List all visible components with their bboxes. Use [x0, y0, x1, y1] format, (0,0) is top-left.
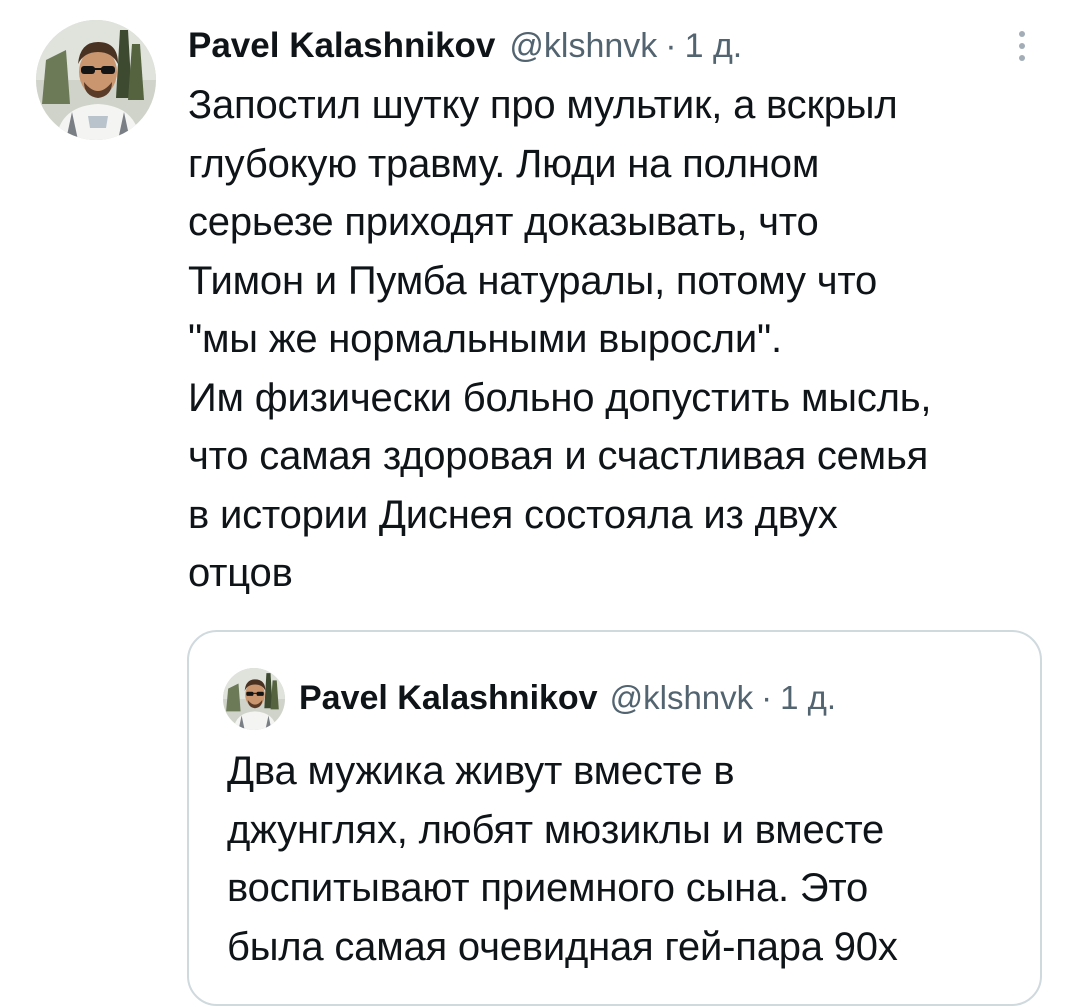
avatar-photo — [223, 668, 285, 730]
tweet-text-line: "мы же нормальными выросли". — [188, 317, 782, 361]
tweet-text-line: серьезе приходят доказывать, что — [188, 200, 819, 244]
tweet-text-line: глубокую травму. Люди на полном — [188, 141, 820, 186]
tweet-text-line: Запостил шутку про мультик, а вскрыл — [188, 83, 898, 127]
separator-dot: · — [665, 26, 677, 65]
separator-dot: · — [761, 679, 773, 716]
tweet-text-line: отцов — [188, 551, 293, 595]
tweet-text: Запостил шутку про мультик, а вскрыл глу… — [188, 76, 1058, 603]
author-avatar[interactable] — [36, 20, 156, 140]
quoted-text-line: джунглях, любят мюзиклы и вместе — [227, 807, 885, 852]
more-dot — [1019, 43, 1025, 49]
quoted-tweet-header: Pavel Kalashnikov @klshnvk · 1 д. — [299, 672, 836, 724]
tweet-timestamp[interactable]: 1 д. — [685, 27, 743, 66]
tweet-text-line: Тимон и Пумба натуралы, потому что — [188, 258, 878, 303]
tweet[interactable]: Pavel Kalashnikov @klshnvk · 1 д. Запост… — [0, 0, 1080, 1008]
avatar-photo — [36, 20, 156, 140]
quoted-text-line: воспитывают приемного сына. Это — [227, 866, 869, 910]
tweet-text-line: что самая здоровая и счастливая семья — [188, 434, 929, 478]
more-dot — [1019, 55, 1025, 61]
tweet-text-line: в истории Диснея состояла из двух — [188, 492, 838, 537]
quoted-text-line: Два мужика живут вместе в — [227, 749, 735, 793]
quoted-author-name[interactable]: Pavel Kalashnikov — [299, 679, 598, 718]
tweet-text-line: Им физически больно допустить мысль, — [188, 375, 932, 420]
more-vertical-icon[interactable] — [1004, 24, 1040, 68]
tweet-header: Pavel Kalashnikov @klshnvk · 1 д. — [188, 20, 742, 72]
more-dot — [1019, 31, 1025, 37]
quoted-tweet-timestamp[interactable]: 1 д. — [780, 679, 836, 717]
quoted-text-line: была самая очевидная гей-пара 90х — [227, 924, 898, 969]
quoted-tweet-text: Два мужика живут вместе в джунглях, любя… — [227, 742, 1017, 976]
quoted-author-avatar[interactable] — [223, 668, 285, 730]
author-handle[interactable]: @klshnvk — [509, 27, 657, 66]
quoted-tweet-card[interactable]: Pavel Kalashnikov @klshnvk · 1 д. Два му… — [187, 630, 1042, 1006]
author-name[interactable]: Pavel Kalashnikov — [188, 26, 495, 66]
quoted-author-handle[interactable]: @klshnvk — [610, 679, 754, 717]
